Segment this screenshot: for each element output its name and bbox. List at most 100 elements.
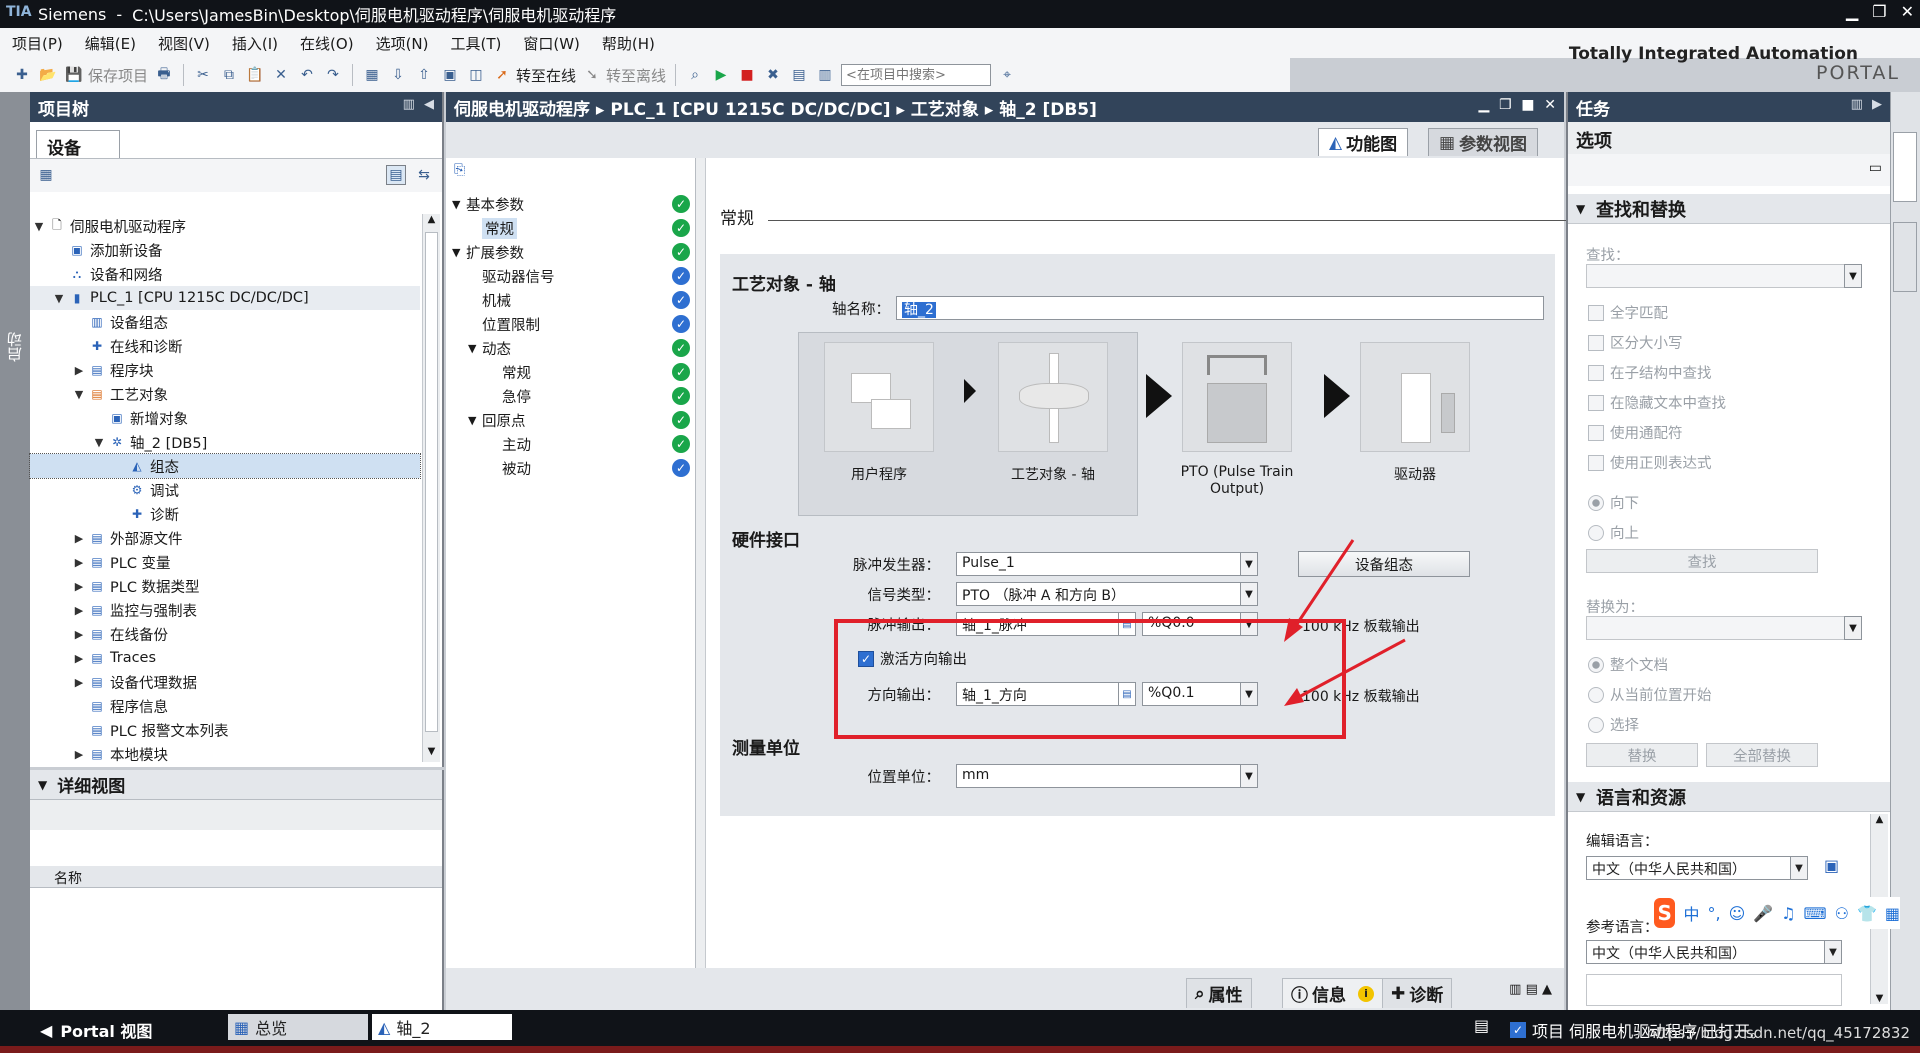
radio-from-current[interactable]: 从当前位置开始: [1588, 684, 1712, 705]
collapse-right-icon[interactable]: ▶: [1872, 97, 1882, 112]
menu-view[interactable]: 视图(V): [158, 33, 210, 54]
device-status-icon[interactable]: ▤: [1474, 1016, 1489, 1035]
replace-input[interactable]: ▼: [1586, 616, 1862, 640]
collapse-arrow-icon[interactable]: ▶: [72, 580, 86, 593]
tree-item[interactable]: ▤ PLC 报警文本列表: [30, 718, 420, 742]
go-offline-button[interactable]: ➘ 转至离线: [582, 65, 666, 86]
axis-name-input[interactable]: 轴_2: [896, 296, 1544, 320]
menu-edit[interactable]: 编辑(E): [85, 33, 136, 54]
expand-arrow-icon[interactable]: ▼: [52, 292, 66, 305]
check-wildcards[interactable]: 使用通配符: [1588, 422, 1683, 443]
tree-item[interactable]: ▥ 设备组态: [30, 310, 420, 334]
language-resources-header[interactable]: ▼ 语言和资源: [1568, 782, 1890, 812]
check-match-case[interactable]: 区分大小写: [1588, 332, 1683, 353]
tree-item[interactable]: ✚ 诊断: [30, 502, 420, 526]
restore-icon[interactable]: ❐: [1499, 97, 1512, 113]
save-project-button[interactable]: 💾 保存项目: [64, 65, 148, 86]
check-whole-word[interactable]: 全字匹配: [1588, 302, 1668, 323]
overview-tab[interactable]: ▦ 总览: [228, 1014, 368, 1040]
scroll-thumb[interactable]: [425, 232, 438, 732]
menu-tools[interactable]: 工具(T): [451, 33, 502, 54]
scroll-up-icon[interactable]: ▲: [424, 214, 439, 230]
cut-icon[interactable]: ✂: [193, 65, 213, 85]
microphone-icon[interactable]: 🎤: [1753, 904, 1773, 923]
accessible-devices-icon[interactable]: ⌕: [685, 65, 705, 85]
check-regex[interactable]: 使用正则表达式: [1588, 452, 1712, 473]
radio-down[interactable]: 向下: [1588, 492, 1639, 513]
nav-toggle-icon[interactable]: ⎘: [454, 162, 465, 178]
nav-item-emergency-stop[interactable]: 急停 ✓: [446, 384, 696, 408]
nav-item-dynamics[interactable]: ▼ 动态 ✓: [446, 336, 696, 360]
task-card-tab[interactable]: [1893, 132, 1917, 202]
collapse-arrow-icon[interactable]: ▶: [72, 748, 86, 761]
tree-item[interactable]: ⛬ 设备和网络: [30, 262, 420, 286]
dropdown-arrow-icon[interactable]: ▼: [1844, 616, 1862, 640]
close-icon[interactable]: ✕: [1544, 97, 1556, 113]
scroll-up-icon[interactable]: ▲: [1871, 814, 1888, 825]
expand-arrow-icon[interactable]: ▼: [452, 246, 466, 259]
tree-scrollbar[interactable]: ▲ ▼: [422, 214, 440, 762]
start-cpu-icon[interactable]: ▶: [711, 65, 731, 85]
dock-icon[interactable]: ▥: [1851, 97, 1863, 112]
nav-item-homing[interactable]: ▼ 回原点 ✓: [446, 408, 696, 432]
menu-help[interactable]: 帮助(H): [602, 33, 655, 54]
split-horizontal-icon[interactable]: ▤: [789, 65, 809, 85]
collapse-arrow-icon[interactable]: ▼: [1576, 790, 1585, 804]
collapse-arrow-icon[interactable]: ▼: [1576, 202, 1585, 216]
collapse-arrow-icon[interactable]: ▶: [72, 364, 86, 377]
nav-item-position-limits[interactable]: 位置限制 ✓: [446, 312, 696, 336]
dropdown-arrow-icon[interactable]: ▼: [1824, 940, 1842, 964]
expand-up-icon[interactable]: ▲: [1542, 982, 1552, 997]
detail-view-header[interactable]: ▼ 详细视图: [30, 770, 442, 800]
monitor-icon[interactable]: ◫: [466, 65, 486, 85]
tree-item[interactable]: ▼ 🗋 伺服电机驱动程序: [30, 214, 420, 238]
new-project-icon[interactable]: ✚: [12, 65, 32, 85]
upload-icon[interactable]: ⇧: [414, 65, 434, 85]
nav-item-drive-signals[interactable]: 驱动器信号 ✓: [446, 264, 696, 288]
compile-icon[interactable]: ▦: [362, 65, 382, 85]
position-unit-select[interactable]: mm ▼: [956, 764, 1258, 788]
check-hidden-text[interactable]: 在隐藏文本中查找: [1588, 392, 1726, 413]
signal-type-select[interactable]: PTO （脉冲 A 和方向 B） ▼: [956, 582, 1258, 606]
nav-item-basic[interactable]: ▼ 基本参数 ✓: [446, 192, 696, 216]
tree-item[interactable]: ▼ ▮ PLC_1 [CPU 1215C DC/DC/DC]: [30, 286, 420, 310]
dropdown-arrow-icon[interactable]: ▼: [1790, 856, 1808, 880]
search-go-icon[interactable]: ⌖: [997, 65, 1017, 85]
collapse-left-icon[interactable]: ◀: [424, 97, 434, 112]
expand-arrow-icon[interactable]: ▼: [92, 436, 106, 449]
nav-item-dynamics-general[interactable]: 常规 ✓: [446, 360, 696, 384]
delete-icon[interactable]: ✕: [271, 65, 291, 85]
tree-item[interactable]: ▶ ▤ PLC 变量: [30, 550, 420, 574]
tree-item-selected[interactable]: ◭ 组态: [29, 453, 421, 479]
expand-arrow-icon[interactable]: ▼: [32, 220, 46, 233]
collapse-arrow-icon[interactable]: ▼: [38, 778, 47, 792]
menu-grid-icon[interactable]: ▦: [1885, 904, 1900, 923]
user-icon[interactable]: ⚇: [1835, 904, 1849, 923]
radio-up[interactable]: 向上: [1588, 522, 1639, 543]
tree-item[interactable]: ▶ ▤ PLC 数据类型: [30, 574, 420, 598]
tree-item[interactable]: ▼ ✲ 轴_2 [DB5]: [30, 430, 420, 454]
tree-item[interactable]: ▤ 程序信息: [30, 694, 420, 718]
tree-item[interactable]: ▶ ▤ 外部源文件: [30, 526, 420, 550]
expand-arrow-icon[interactable]: ▼: [72, 388, 86, 401]
simulation-icon[interactable]: ▣: [440, 65, 460, 85]
dropdown-arrow-icon[interactable]: ▼: [1844, 264, 1862, 288]
collapse-arrow-icon[interactable]: ▶: [72, 676, 86, 689]
collapse-arrow-icon[interactable]: ▶: [72, 628, 86, 641]
minimize-icon[interactable]: ▁: [1846, 2, 1858, 21]
tree-item[interactable]: ▶ ▤ 在线备份: [30, 622, 420, 646]
skin-icon[interactable]: 👕: [1857, 904, 1877, 923]
menu-window[interactable]: 窗口(W): [523, 33, 580, 54]
tab-function-view[interactable]: ◭ 功能图: [1318, 128, 1409, 156]
redo-icon[interactable]: ↷: [323, 65, 343, 85]
maximize-icon[interactable]: ■: [1521, 97, 1534, 113]
start-label[interactable]: 启动: [4, 332, 25, 362]
expand-arrow-icon[interactable]: ▼: [468, 414, 482, 427]
close-icon[interactable]: ✕: [1901, 2, 1914, 21]
restore-icon[interactable]: ▤: [1526, 982, 1538, 997]
tree-new-icon[interactable]: ▦: [36, 165, 56, 185]
radio-selection[interactable]: 选择: [1588, 714, 1639, 735]
scroll-down-icon[interactable]: ▼: [1871, 993, 1888, 1004]
language-settings-icon[interactable]: ▣: [1824, 856, 1839, 875]
go-online-button[interactable]: ➚ 转至在线: [492, 65, 576, 86]
